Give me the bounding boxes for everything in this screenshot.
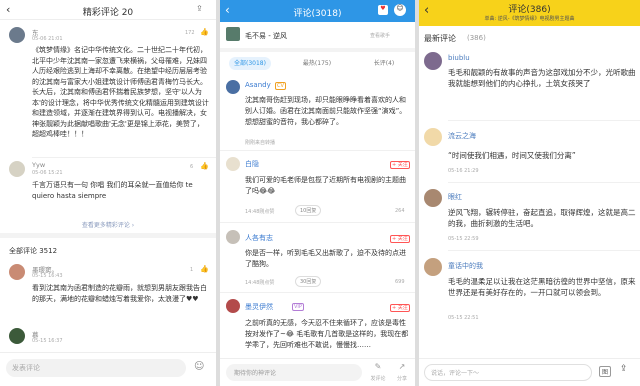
header: ‹ 精彩评论 20 ⇪	[0, 0, 216, 20]
username[interactable]: 墨灵伊然	[245, 302, 273, 312]
like-count[interactable]: 264	[395, 208, 405, 214]
panel-netease: ‹ 精彩评论 20 ⇪ 东 05-06 21:01 172 👍 《筑梦情缘》名记…	[0, 0, 216, 386]
reply-button[interactable]: 10回复	[295, 205, 322, 216]
like-count[interactable]: 699	[395, 279, 405, 285]
username[interactable]: 眼红	[448, 192, 462, 202]
comment-text: 沈其南哥伤赶到现场，却只能眼睁睁看着喜欢的人和别人订婚。函君在沈其南面前只能故作…	[245, 96, 407, 126]
section-title: 全部评论 3512	[9, 247, 58, 255]
comment-text: 之前听真的无感，今天忍不住来循环了，应该是毒性按对发作了~😂 毛毛歌有几首歌是这…	[245, 319, 409, 349]
compose-button[interactable]: 发评论	[368, 375, 388, 382]
comment-date: 05-15 16:37	[32, 338, 63, 344]
reply-button[interactable]: 30回复	[295, 276, 322, 287]
avatar[interactable]	[424, 52, 442, 70]
comment-bar: 说话，评论一下～ 图 ⇪	[419, 358, 640, 386]
comment-date: 05-15 22:59	[448, 236, 479, 242]
share-icon[interactable]: ⇪	[196, 4, 203, 13]
comment-time: 14:48刚点赞	[245, 209, 275, 215]
image-button[interactable]: 图	[599, 366, 612, 377]
comment-text: 毛毛和靓颖的有故事的声音为这部戏加分不少，光听歌曲我就能想到他们的内心挣扎，土筑…	[448, 68, 636, 88]
comment-date: 05-06 21:01	[32, 36, 63, 42]
song-title[interactable]: 毛不易 - 逆风	[245, 31, 287, 41]
avatar[interactable]	[9, 328, 25, 344]
vip-badge: VIP	[292, 303, 304, 311]
panel-kugou: ‹ 评论(3018) ♥ ☺ 毛不易 - 逆风 查看歌手 全部(3018) 最热…	[220, 0, 415, 386]
share-icon[interactable]: ↗	[392, 362, 412, 371]
profile-icon[interactable]: ☺	[394, 4, 406, 16]
tab-hot[interactable]: 最热(175)	[296, 57, 338, 70]
thumb-up-icon[interactable]: 👍	[200, 265, 209, 273]
share-button[interactable]: 分享	[392, 375, 412, 382]
emoji-icon[interactable]: ☺	[194, 361, 204, 372]
like-count: 1	[190, 267, 194, 273]
username[interactable]: 人各有志	[245, 233, 273, 243]
avatar[interactable]	[9, 27, 25, 43]
comment-date: 05-16 21:29	[448, 168, 479, 174]
section-title: 最新评论	[424, 34, 456, 43]
comment-text: “时间使我们相遇，时间又使我们分离”	[448, 151, 576, 160]
share-icon[interactable]: ⇪	[620, 364, 628, 374]
username[interactable]: 流云之海	[448, 131, 476, 141]
thumb-up-icon[interactable]: 👍	[200, 162, 209, 170]
comment-input[interactable]: 发表评论	[12, 363, 40, 373]
avatar[interactable]	[424, 258, 442, 276]
comment-text: 千言万语只有一句 你唱 我们的耳朵就一直值给你 te quiero hasta …	[32, 181, 193, 200]
song-banner[interactable]: 单曲: 逆风-《筑梦情缘》电视剧男主题曲	[419, 15, 640, 22]
username[interactable]: biublu	[448, 54, 470, 62]
comment-time: 14:48刚点赞	[245, 280, 275, 286]
page-title: 精彩评论 20	[82, 8, 134, 18]
comment-date: 05-15 16:43	[32, 273, 63, 279]
avatar[interactable]	[424, 128, 442, 146]
comment-input[interactable]: 期待你的神评论	[234, 368, 276, 377]
user-badge: CV	[275, 82, 286, 90]
page-title: 评论(386)	[508, 5, 551, 15]
avatar[interactable]	[424, 189, 442, 207]
comment-meta: 刚刚来自转播	[245, 140, 276, 146]
like-count: 172	[185, 30, 195, 36]
follow-button[interactable]: + 关注	[390, 161, 410, 169]
comment-bar: 期待你的神评论 ✎ 发评论 ↗ 分享	[220, 358, 415, 386]
avatar[interactable]	[226, 157, 240, 171]
compose-icon[interactable]: ✎	[368, 362, 388, 371]
avatar[interactable]	[226, 299, 240, 313]
tab-all[interactable]: 全部(3018)	[229, 57, 271, 70]
comment-text: 《筑梦情缘》名记中华传统文化。二十世纪二十年代初，北平中少年沈其南一家忽遭飞来横…	[32, 46, 209, 138]
panel-kuwo: ‹ 评论(386) 单曲: 逆风-《筑梦情缘》电视剧男主题曲 最新评论 (386…	[419, 0, 640, 386]
tab-long[interactable]: 长评(4)	[363, 57, 405, 70]
avatar[interactable]	[9, 264, 25, 280]
comment-text: 你是否一样，听到毛毛又出新歌了，迫不及待的点进了酷狗。	[245, 249, 406, 268]
comment-text: 我们可爱的毛老师是包揽了近期所有电视剧的主题曲了吗😂😂	[245, 176, 406, 195]
comment-input[interactable]: 说话，评论一下～	[431, 368, 479, 377]
avatar[interactable]	[226, 230, 240, 244]
avatar[interactable]	[9, 161, 25, 177]
thumb-up-icon[interactable]: 👍	[200, 28, 209, 36]
username[interactable]: Asandy	[245, 81, 271, 89]
comment-count: (386)	[467, 34, 486, 42]
header: ‹ 评论(386) 单曲: 逆风-《筑梦情缘》电视剧男主题曲	[419, 0, 640, 26]
comment-date: 05-15 22:51	[448, 315, 479, 321]
header: ‹ 评论(3018) ♥ ☺	[220, 0, 415, 22]
artist-link[interactable]: 查看歌手	[370, 32, 390, 39]
comment-date: 05-06 15:21	[32, 170, 63, 176]
follow-button[interactable]: + 关注	[390, 304, 410, 312]
username[interactable]: Yyw	[32, 161, 45, 169]
like-count: 6	[190, 164, 194, 170]
comment-bar: 发表评论 ☺	[0, 352, 216, 386]
more-comments-link[interactable]: 查看更多精彩评论 ›	[0, 220, 216, 229]
song-cover	[226, 27, 240, 41]
comment-text: 逆风飞翔，辗转停驻，奋起直追，取得辉煌，这就是高二的我，曲折刺激的生活吧。	[448, 208, 636, 228]
avatar[interactable]	[226, 80, 240, 94]
comment-text: 毛毛的温柔足以让我在这茫黑暗彷徨的世界中坚信，原来世界还是有美好存在的，一开口就…	[448, 277, 636, 297]
username[interactable]: 童话中的我	[448, 261, 483, 271]
comment-text: 看到沈其南为函君制造的花瓣雨，就想到男朋友跟我告白的那天，满地的花瓣和蜡烛写着我…	[32, 284, 207, 303]
username[interactable]: 白隐	[245, 159, 259, 169]
notification-icon[interactable]: ♥	[378, 5, 388, 15]
follow-button[interactable]: + 关注	[390, 235, 410, 243]
